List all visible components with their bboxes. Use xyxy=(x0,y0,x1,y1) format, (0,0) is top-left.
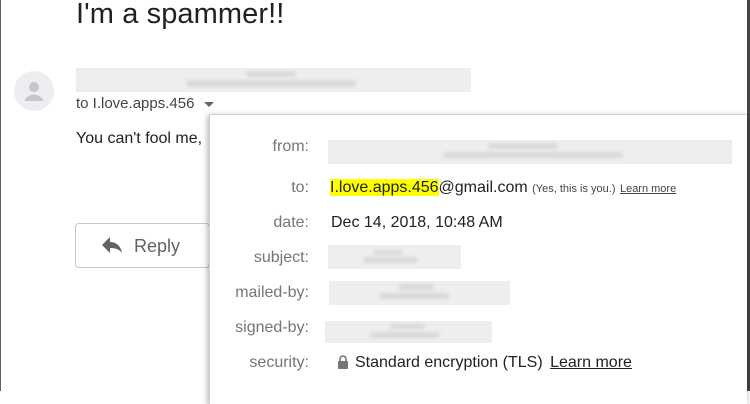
date-label: date: xyxy=(273,214,309,231)
to-learn-more-link[interactable]: Learn more xyxy=(620,183,676,195)
subject-value-redacted xyxy=(328,245,461,269)
subject-label: subject: xyxy=(253,249,309,266)
security-value: Standard encryption (TLS) Learn more xyxy=(337,354,632,372)
date-value: Dec 14, 2018, 10:48 AM xyxy=(331,214,503,231)
signed-by-label: signed-by: xyxy=(235,319,309,336)
reply-arrow-icon xyxy=(102,237,122,253)
mailed-by-value-redacted xyxy=(329,281,510,305)
to-address-domain: @gmail.com xyxy=(438,179,528,196)
to-value: I.love.apps.456@gmail.com (Yes, this is … xyxy=(330,179,676,197)
lock-icon xyxy=(338,355,348,369)
message-details-popup: from: to: I.love.apps.456@gmail.com (Yes… xyxy=(209,114,747,404)
mailed-by-label: mailed-by: xyxy=(235,284,309,301)
reply-button[interactable]: Reply xyxy=(75,223,210,268)
security-label: security: xyxy=(249,354,309,371)
to-note: (Yes, this is you.) xyxy=(532,183,616,195)
recipient-summary-text: to I.love.apps.456 xyxy=(76,95,195,112)
reply-button-label: Reply xyxy=(134,236,181,256)
security-learn-more-link[interactable]: Learn more xyxy=(550,354,632,371)
sender-name-redacted xyxy=(76,68,471,92)
security-text: Standard encryption (TLS) xyxy=(355,354,543,371)
from-value-redacted xyxy=(328,140,732,164)
dropdown-caret-icon[interactable] xyxy=(204,102,215,107)
signed-by-value-redacted xyxy=(325,321,492,343)
recipient-summary[interactable]: to I.love.apps.456 xyxy=(76,95,215,112)
sender-avatar xyxy=(14,71,54,111)
avatar-person-icon xyxy=(25,82,43,101)
from-label: from: xyxy=(272,138,309,155)
email-body-preview: You can't fool me, xyxy=(76,130,203,147)
email-subject: I'm a spammer!! xyxy=(76,0,285,30)
to-address-highlight: I.love.apps.456 xyxy=(330,179,439,196)
to-label: to: xyxy=(291,179,309,196)
window-edge-left xyxy=(0,0,1,391)
